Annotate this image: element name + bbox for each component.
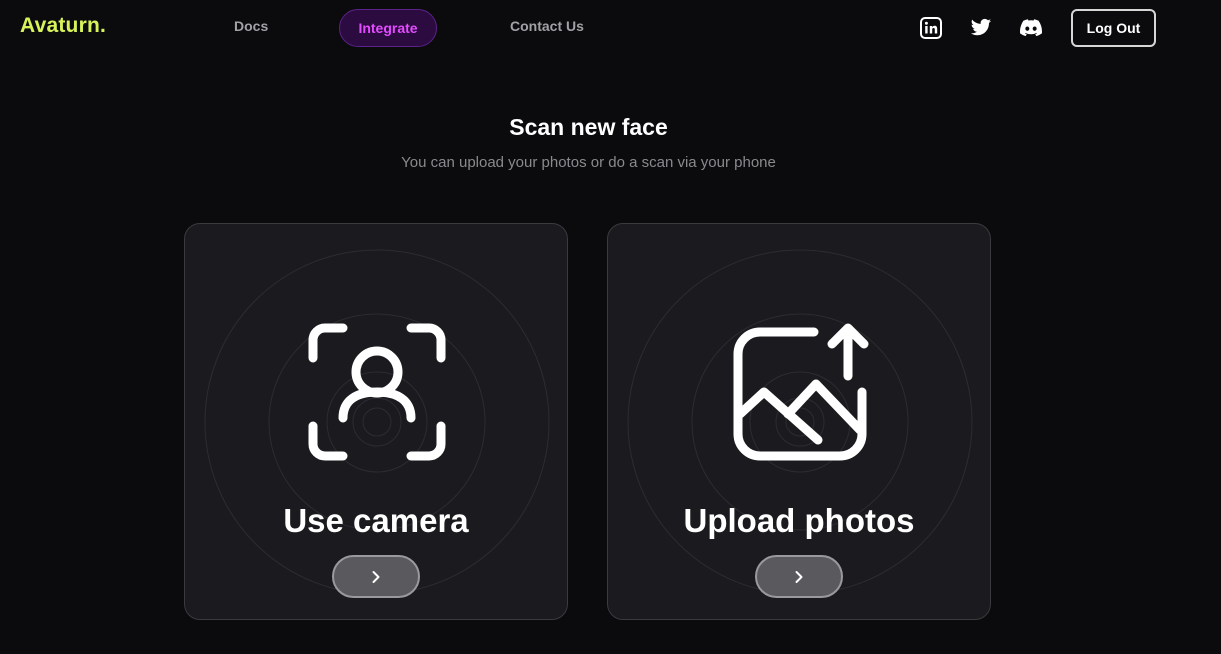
twitter-icon[interactable] [969, 16, 993, 40]
upload-photos-button[interactable] [755, 555, 843, 598]
nav-integrate-label: Integrate [358, 20, 418, 36]
log-out-button[interactable]: Log Out [1071, 9, 1156, 47]
upload-photos-label: Upload photos [683, 502, 915, 539]
nav-contact-us[interactable]: Contact Us [510, 18, 584, 34]
image-upload-icon [733, 323, 869, 461]
use-camera-label: Use camera [283, 502, 469, 539]
use-camera-card[interactable]: Use camera [184, 223, 568, 620]
log-out-label: Log Out [1086, 20, 1141, 36]
use-camera-button[interactable] [332, 555, 420, 598]
face-scan-icon [308, 323, 446, 461]
upload-photos-card[interactable]: Upload photos [607, 223, 991, 620]
chevron-right-icon [372, 570, 380, 583]
page: Avaturn. Docs Integrate Contact Us Log O… [0, 0, 1221, 654]
logo[interactable]: Avaturn. [20, 14, 106, 38]
nav-docs[interactable]: Docs [234, 18, 268, 34]
discord-icon[interactable] [1019, 16, 1043, 40]
nav-integrate[interactable]: Integrate [339, 9, 437, 47]
linkedin-icon[interactable] [919, 16, 943, 40]
chevron-right-icon [795, 570, 803, 583]
page-title: Scan new face [509, 114, 668, 140]
page-subtitle: You can upload your photos or do a scan … [401, 154, 776, 171]
